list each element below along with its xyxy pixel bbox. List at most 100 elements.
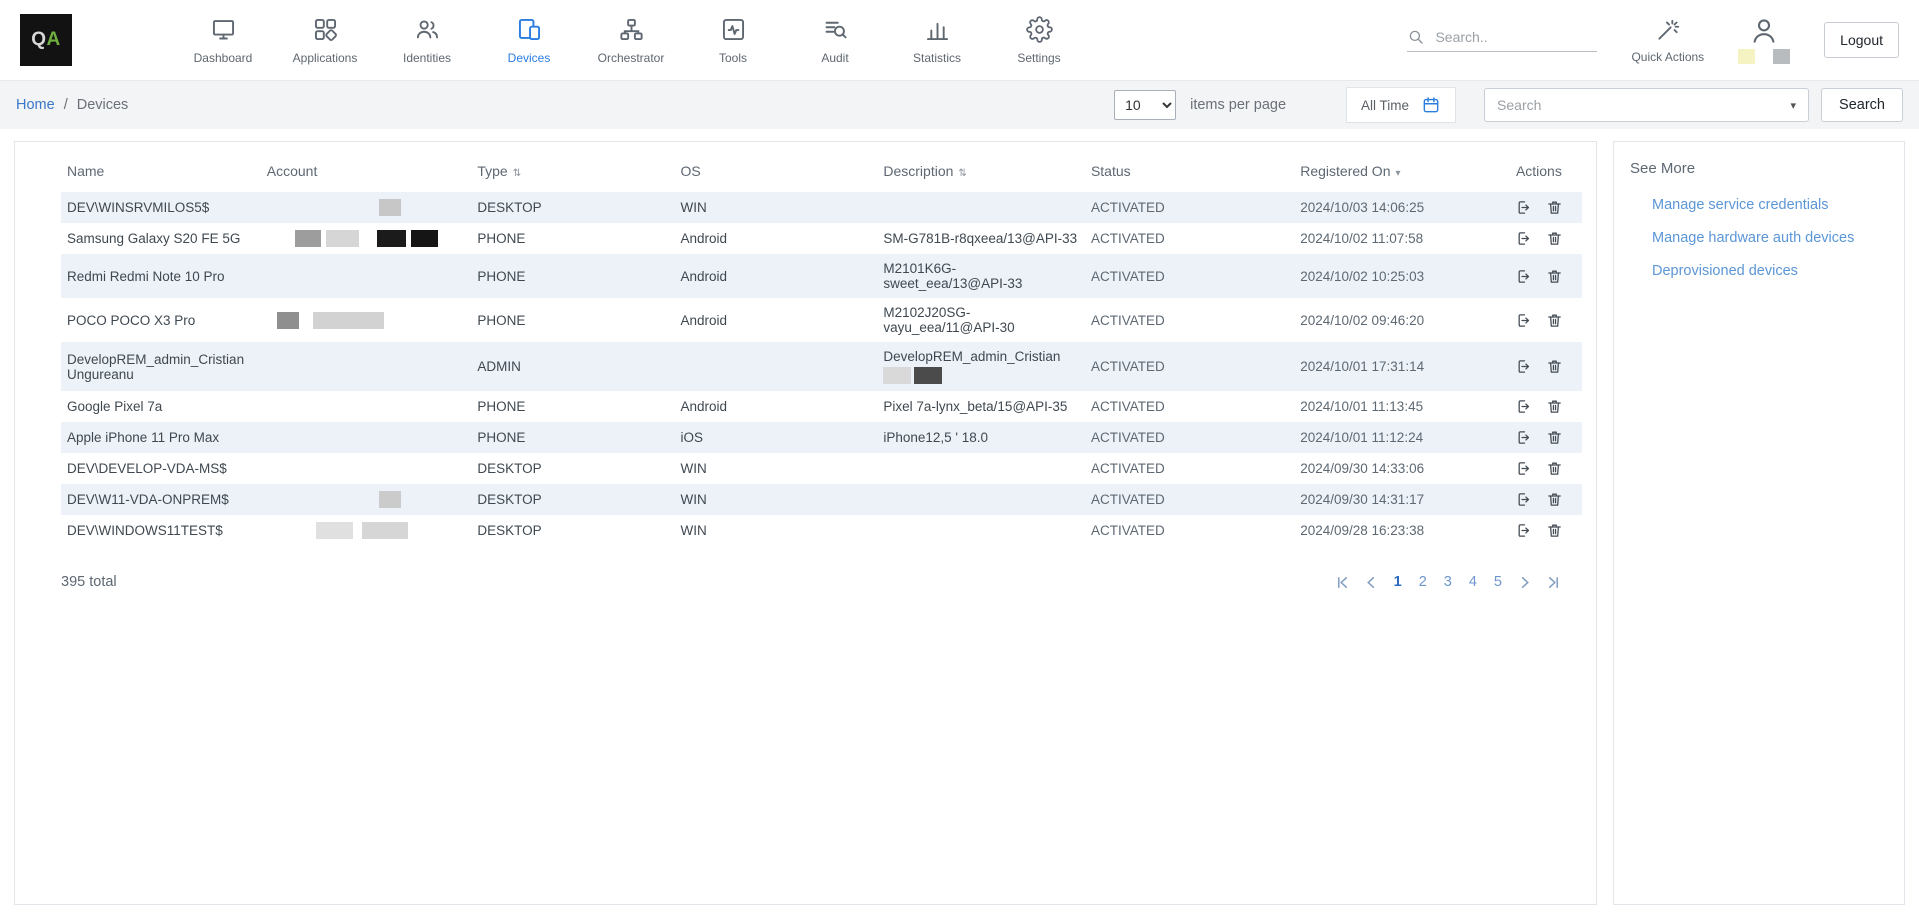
trash-icon xyxy=(1546,429,1563,446)
device-sign-out-button[interactable] xyxy=(1516,230,1533,247)
items-per-page-label: items per page xyxy=(1190,97,1286,113)
trash-icon xyxy=(1546,358,1563,375)
device-name: DEV\WINDOWS11TEST$ xyxy=(61,515,261,546)
device-os: WIN xyxy=(675,515,878,546)
delete-device-button[interactable] xyxy=(1546,312,1563,329)
sort-icon: ⇅ xyxy=(513,168,521,179)
last-page-icon[interactable] xyxy=(1545,575,1560,590)
device-sign-out-button[interactable] xyxy=(1516,522,1533,539)
device-sign-out-button[interactable] xyxy=(1516,199,1533,216)
delete-device-button[interactable] xyxy=(1546,460,1563,477)
redaction-block xyxy=(1738,49,1755,64)
device-registered-on: 2024/10/01 11:13:45 xyxy=(1294,391,1510,422)
global-search-input[interactable] xyxy=(1435,29,1585,45)
nav-devices[interactable]: Devices xyxy=(486,16,572,65)
sign-out-icon xyxy=(1516,358,1533,375)
user-name-redacted xyxy=(1738,49,1790,64)
device-sign-out-button[interactable] xyxy=(1516,429,1533,446)
device-sign-out-button[interactable] xyxy=(1516,398,1533,415)
main-nav: Dashboard Applications Identities Device… xyxy=(180,16,1082,65)
device-actions xyxy=(1510,298,1582,342)
trash-icon xyxy=(1546,268,1563,285)
delete-device-button[interactable] xyxy=(1546,522,1563,539)
page-button-4[interactable]: 4 xyxy=(1467,574,1479,590)
logo-letter-a: A xyxy=(47,29,61,51)
delete-device-button[interactable] xyxy=(1546,199,1563,216)
app-logo: QA xyxy=(20,14,72,66)
delete-device-button[interactable] xyxy=(1546,398,1563,415)
nav-orchestrator[interactable]: Orchestrator xyxy=(588,16,674,65)
device-account xyxy=(261,342,472,391)
tools-icon xyxy=(720,16,747,43)
device-actions xyxy=(1510,192,1582,223)
sign-out-icon xyxy=(1516,312,1533,329)
search-filter-placeholder: Search xyxy=(1497,97,1541,113)
device-type: PHONE xyxy=(471,391,674,422)
delete-device-button[interactable] xyxy=(1546,230,1563,247)
table-row: DevelopREM_admin_Cristian UngureanuADMIN… xyxy=(61,342,1582,391)
device-os: Android xyxy=(675,391,878,422)
dashboard-icon xyxy=(210,16,237,43)
nav-applications[interactable]: Applications xyxy=(282,16,368,65)
previous-page-icon[interactable] xyxy=(1364,575,1379,590)
device-name: POCO POCO X3 Pro xyxy=(61,298,261,342)
calendar-icon xyxy=(1421,95,1441,115)
redaction-block xyxy=(316,522,353,539)
nav-audit[interactable]: Audit xyxy=(792,16,878,65)
nav-settings[interactable]: Settings xyxy=(996,16,1082,65)
device-sign-out-button[interactable] xyxy=(1516,268,1533,285)
nav-statistics[interactable]: Statistics xyxy=(894,16,980,65)
column-header-type[interactable]: Type⇅ xyxy=(471,148,674,192)
delete-device-button[interactable] xyxy=(1546,491,1563,508)
device-sign-out-button[interactable] xyxy=(1516,312,1533,329)
device-sign-out-button[interactable] xyxy=(1516,358,1533,375)
sign-out-icon xyxy=(1516,429,1533,446)
sign-out-icon xyxy=(1516,230,1533,247)
first-page-icon[interactable] xyxy=(1336,575,1351,590)
device-sign-out-button[interactable] xyxy=(1516,491,1533,508)
quick-actions-button[interactable]: Quick Actions xyxy=(1631,17,1704,64)
nav-identities[interactable]: Identities xyxy=(384,16,470,65)
page-button-3[interactable]: 3 xyxy=(1442,574,1454,590)
device-description xyxy=(877,515,1085,546)
time-filter-button[interactable]: All Time xyxy=(1346,87,1456,123)
nav-label: Tools xyxy=(719,51,747,65)
column-header-description[interactable]: Description⇅ xyxy=(877,148,1085,192)
nav-label: Applications xyxy=(293,51,358,65)
orchestrator-icon xyxy=(618,16,645,43)
device-os: Android xyxy=(675,254,878,298)
delete-device-button[interactable] xyxy=(1546,429,1563,446)
device-name: DEV\W11-VDA-ONPREM$ xyxy=(61,484,261,515)
device-actions xyxy=(1510,515,1582,546)
nav-dashboard[interactable]: Dashboard xyxy=(180,16,266,65)
link-manage-service-credentials[interactable]: Manage service credentials xyxy=(1652,197,1888,213)
nav-tools[interactable]: Tools xyxy=(690,16,776,65)
sort-icon: ▾ xyxy=(1396,168,1401,179)
pagination: 12345 xyxy=(1336,574,1560,590)
link-manage-hardware-auth-devices[interactable]: Manage hardware auth devices xyxy=(1652,230,1888,246)
device-os: Android xyxy=(675,298,878,342)
user-menu[interactable] xyxy=(1738,16,1790,64)
device-os: WIN xyxy=(675,453,878,484)
items-per-page-select[interactable]: 10 xyxy=(1114,90,1176,120)
page-button-2[interactable]: 2 xyxy=(1417,574,1429,590)
next-page-icon[interactable] xyxy=(1517,575,1532,590)
device-type: DESKTOP xyxy=(471,515,674,546)
device-sign-out-button[interactable] xyxy=(1516,460,1533,477)
redaction-block xyxy=(914,367,942,384)
device-description: M2101K6G-sweet_eea/13@API-33 xyxy=(877,254,1085,298)
column-header-registered-on[interactable]: Registered On▾ xyxy=(1294,148,1510,192)
logout-button[interactable]: Logout xyxy=(1824,22,1899,58)
page-button-5[interactable]: 5 xyxy=(1492,574,1504,590)
delete-device-button[interactable] xyxy=(1546,358,1563,375)
page-button-1[interactable]: 1 xyxy=(1392,574,1404,590)
search-submit-button[interactable]: Search xyxy=(1821,88,1903,122)
settings-gear-icon xyxy=(1026,16,1053,43)
device-status: ACTIVATED xyxy=(1085,298,1294,342)
device-status: ACTIVATED xyxy=(1085,342,1294,391)
breadcrumb-home-link[interactable]: Home xyxy=(16,97,55,113)
link-deprovisioned-devices[interactable]: Deprovisioned devices xyxy=(1652,263,1888,279)
delete-device-button[interactable] xyxy=(1546,268,1563,285)
breadcrumb: Home/Devices xyxy=(16,97,128,113)
search-filter-dropdown[interactable]: Search ▾ xyxy=(1484,88,1809,122)
